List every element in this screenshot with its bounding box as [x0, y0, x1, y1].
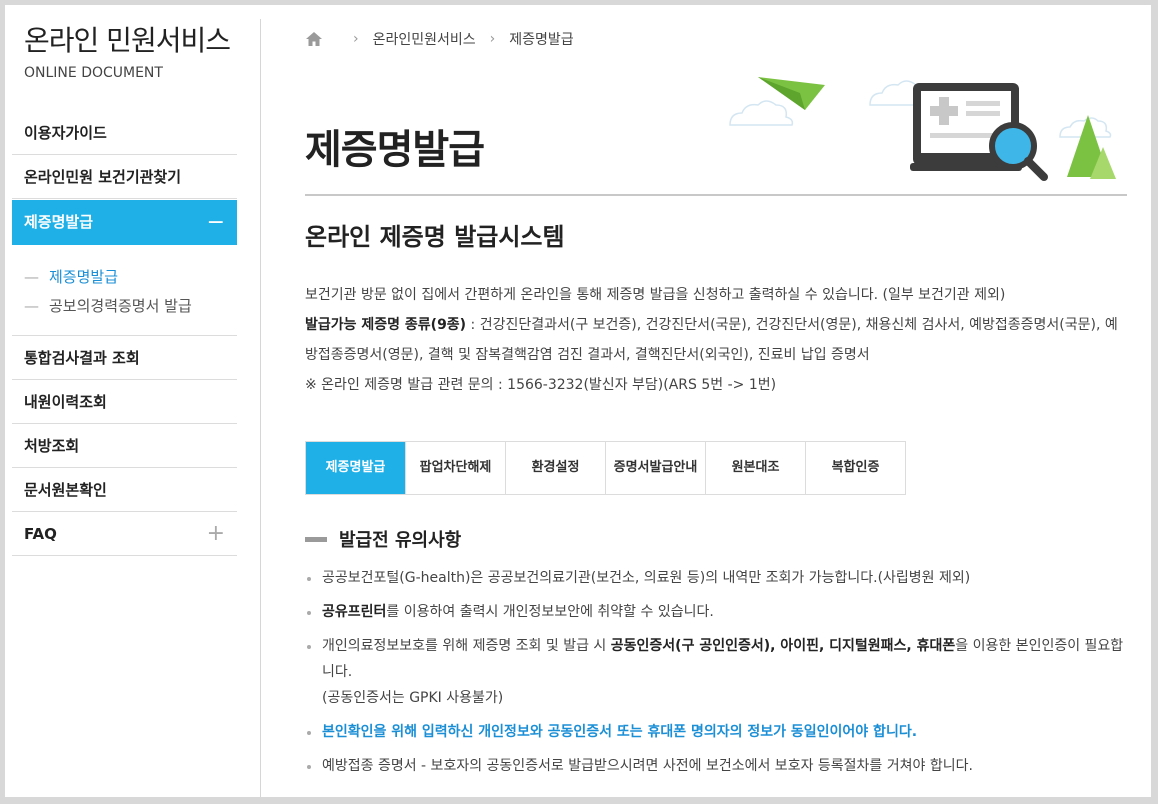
- sidebar-item-find-facility[interactable]: 온라인민원 보건기관찾기: [12, 155, 237, 199]
- cloud-icon: [729, 100, 794, 126]
- intro-kinds-label: 발급가능 제증명 종류(9종): [305, 317, 467, 333]
- sidebar-item-test-results[interactable]: 통합검사결과 조회: [12, 336, 237, 380]
- notice-note: (공동인증서는 GPKI 사용불가): [322, 690, 504, 706]
- tab-original-compare[interactable]: 원본대조: [705, 442, 805, 494]
- notice-list: 공공보건포털(G-health)은 공공보건의료기관(보건소, 의료원 등)의 …: [305, 565, 1127, 787]
- notice-text: 개인의료정보보호를 위해 제증명 조회 및 발급 시: [322, 638, 611, 654]
- section-title: 온라인 제증명 발급시스템: [305, 223, 565, 251]
- tab-multi-auth[interactable]: 복합인증: [805, 442, 905, 494]
- sidebar-item-faq[interactable]: FAQ +: [12, 512, 237, 556]
- paper-plane-icon: [758, 77, 825, 113]
- submenu-item-label: 제증명발급: [49, 268, 119, 286]
- breadcrumb: › 온라인민원서비스 › 제증명발급: [305, 29, 574, 49]
- sidebar-submenu: — 제증명발급 — 공보의경력증명서 발급: [12, 245, 237, 336]
- sidebar-item-label: FAQ: [24, 525, 57, 543]
- sidebar-item-label: 내원이력조회: [24, 393, 107, 411]
- list-item: 본인확인을 위해 입력하신 개인정보와 공동인증서 또는 휴대폰 명의자의 정보…: [305, 719, 1127, 745]
- sidebar-item-prescription[interactable]: 처방조회: [12, 424, 237, 468]
- list-item: 공유프린터를 이용하여 출력시 개인정보보안에 취약할 수 있습니다.: [305, 599, 1127, 625]
- notice-text: 를 이용하여 출력시 개인정보보안에 취약할 수 있습니다.: [386, 604, 714, 620]
- submenu-item-label: 공보의경력증명서 발급: [49, 297, 192, 315]
- sidebar-title: 온라인 민원서비스: [24, 24, 231, 57]
- sidebar-item-visit-history[interactable]: 내원이력조회: [12, 380, 237, 424]
- notice-bold: 공동인증서(구 공인인증서), 아이핀, 디지털원패스, 휴대폰: [610, 638, 956, 654]
- sidebar-item-user-guide[interactable]: 이용자가이드: [12, 111, 237, 155]
- page-title: 제증명발급: [305, 127, 485, 173]
- expand-icon[interactable]: +: [207, 512, 225, 556]
- submenu-item-career-certificate[interactable]: — 공보의경력증명서 발급: [24, 292, 237, 321]
- sidebar-item-label: 제증명발급: [24, 213, 94, 231]
- intro-contact: ※ 온라인 제증명 발급 관련 문의 : 1566-3232(발신자 부담)(A…: [305, 377, 777, 393]
- sidebar-menu: 이용자가이드 온라인민원 보건기관찾기 제증명발급 − — 제증명발급 — 공보의경…: [12, 111, 237, 556]
- action-tabs: 제증명발급 팝업차단해제 환경설정 증명서발급안내 원본대조 복합인증: [305, 441, 906, 495]
- intro-kinds: 발급가능 제증명 종류(9종) : 건강진단결과서(구 보건증), 건강진단서(…: [305, 310, 1127, 370]
- notice-title: 발급전 유의사항: [305, 526, 461, 552]
- collapse-icon[interactable]: −: [207, 200, 225, 245]
- list-item: 개인의료정보보호를 위해 제증명 조회 및 발급 시 공동인증서(구 공인인증서…: [305, 633, 1127, 711]
- sidebar-item-document-verify[interactable]: 문서원본확인: [12, 468, 237, 512]
- page-frame: 온라인 민원서비스 ONLINE DOCUMENT 이용자가이드 온라인민원 보…: [5, 5, 1151, 797]
- notice-text: 공공보건포털(G-health)은 공공보건의료기관(보건소, 의료원 등)의 …: [322, 570, 971, 586]
- intro-text: 보건기관 방문 없이 집에서 간편하게 온라인을 통해 제증명 발급을 신청하고…: [305, 280, 1127, 400]
- sidebar-item-label: 온라인민원 보건기관찾기: [24, 168, 182, 186]
- notice-bold: 공유프린터: [322, 604, 387, 620]
- notice-highlight: 본인확인을 위해 입력하신 개인정보와 공동인증서 또는 휴대폰 명의자의 정보…: [322, 724, 918, 740]
- chevron-right-icon: ›: [353, 31, 359, 47]
- notice-title-label: 발급전 유의사항: [339, 530, 462, 551]
- section-bar-icon: [305, 536, 327, 542]
- tab-certificate-issue[interactable]: 제증명발급: [306, 442, 405, 494]
- hero-illustration: [729, 77, 1116, 181]
- breadcrumb-item[interactable]: 온라인민원서비스: [373, 29, 476, 49]
- tab-settings[interactable]: 환경설정: [505, 442, 605, 494]
- sidebar-item-label: 문서원본확인: [24, 481, 107, 499]
- tab-popup-unblock[interactable]: 팝업차단해제: [405, 442, 505, 494]
- sidebar-divider: [260, 19, 261, 797]
- sidebar-item-label: 처방조회: [24, 437, 80, 455]
- list-item: 예방접종 증명서 - 보호자의 공동인증서로 발급받으시려면 사전에 보건소에서…: [305, 753, 1127, 779]
- sidebar-subtitle: ONLINE DOCUMENT: [24, 65, 163, 81]
- tab-issue-guide[interactable]: 증명서발급안내: [605, 442, 705, 494]
- title-divider: [305, 194, 1127, 196]
- list-item: 공공보건포털(G-health)은 공공보건의료기관(보건소, 의료원 등)의 …: [305, 565, 1127, 591]
- intro-line: 보건기관 방문 없이 집에서 간편하게 온라인을 통해 제증명 발급을 신청하고…: [305, 287, 1006, 303]
- sidebar: 온라인 민원서비스 ONLINE DOCUMENT 이용자가이드 온라인민원 보…: [12, 5, 237, 797]
- sidebar-item-label: 통합검사결과 조회: [24, 349, 140, 367]
- tree-icon: [1067, 115, 1116, 179]
- sidebar-item-label: 이용자가이드: [24, 124, 107, 142]
- submenu-item-certificate[interactable]: — 제증명발급: [24, 263, 237, 292]
- home-icon[interactable]: [305, 31, 323, 47]
- sidebar-item-certificate[interactable]: 제증명발급 −: [12, 200, 237, 245]
- chevron-right-icon: ›: [489, 31, 496, 47]
- breadcrumb-item[interactable]: 제증명발급: [509, 29, 573, 49]
- notice-text: 예방접종 증명서 - 보호자의 공동인증서로 발급받으시려면 사전에 보건소에서…: [322, 758, 973, 774]
